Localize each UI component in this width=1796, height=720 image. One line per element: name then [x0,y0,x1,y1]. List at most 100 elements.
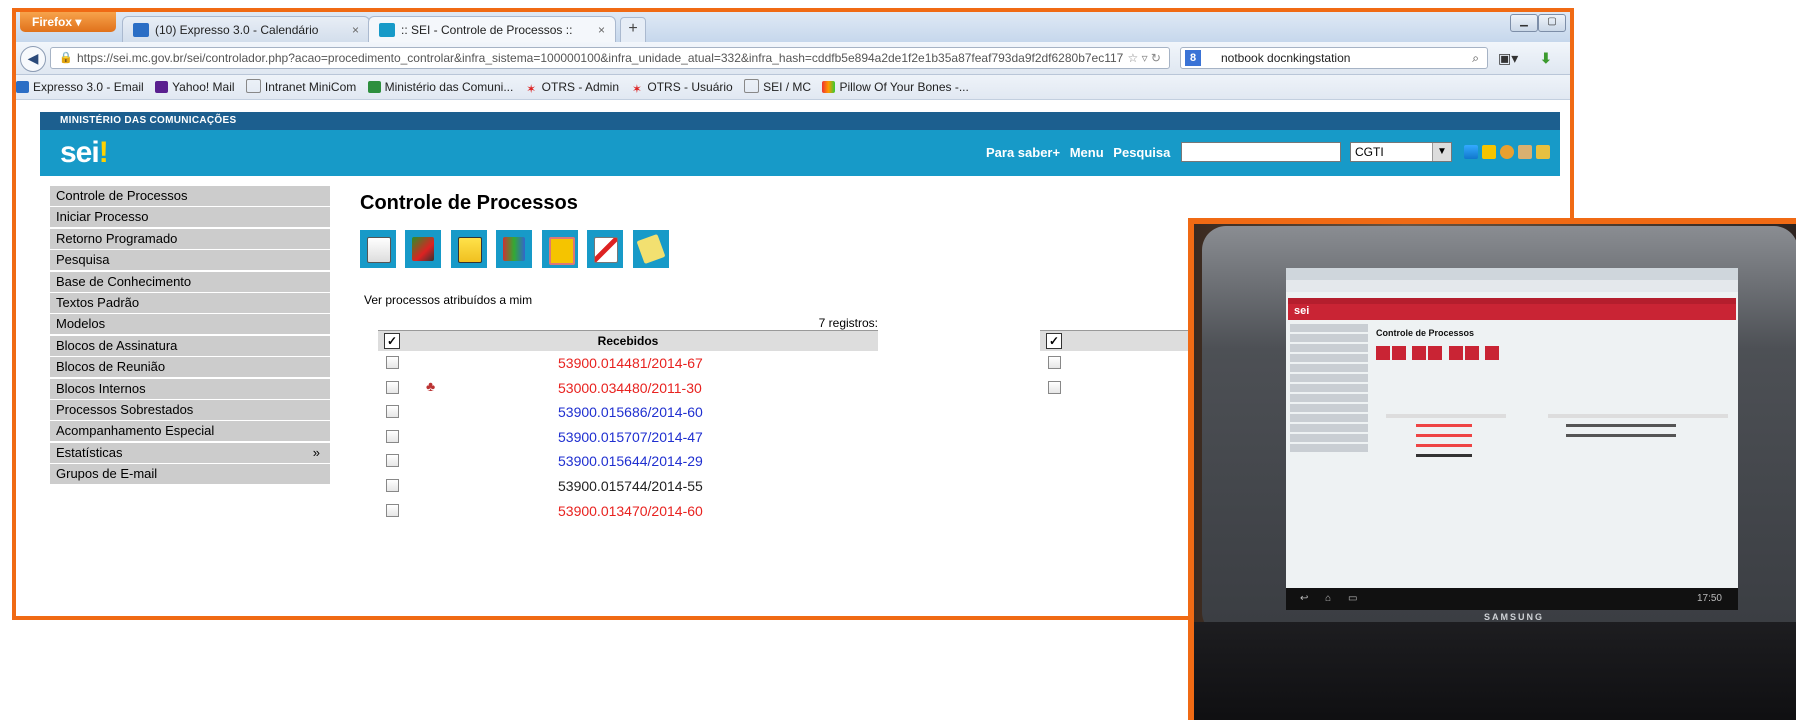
table-row: 53900.015707/2014-47 [378,425,878,450]
tablet-sidebar-item [1290,374,1368,382]
row-checkbox[interactable] [386,429,399,443]
row-checkbox[interactable] [386,356,399,369]
tablet-sidebar-item [1290,424,1368,432]
process-number-link[interactable]: 53900.014481/2014-67 [558,355,703,371]
row-checkbox[interactable] [386,405,399,419]
sidebar-item-label: Base de Conhecimento [56,273,192,289]
tablet-tool-icon [1428,346,1443,360]
search-icon[interactable]: ⌕ [1472,48,1479,68]
sidebar-item-blocos-de-assinatura[interactable]: Blocos de Assinatura [50,335,330,356]
sidebar-item-textos-padrao[interactable]: Textos Padrão [50,292,330,313]
bookmark-label: Ministério das Comuni... [384,80,514,94]
note-button[interactable] [632,230,669,268]
books-icon [503,237,526,261]
bookmark-item[interactable]: Ministério das Comuni... [367,75,514,99]
user-icon[interactable] [1500,145,1514,159]
tablet-sidebar-item [1290,404,1368,412]
bookmark-item[interactable]: Yahoo! Mail [155,75,235,99]
process-number-link[interactable]: 53900.015744/2014-55 [558,478,703,494]
process-number-link[interactable]: 53900.015644/2014-29 [558,453,703,469]
suspend-process-button[interactable] [541,230,578,268]
bookmark-item[interactable]: ✶ OTRS - Admin [525,75,619,99]
download-icon[interactable]: ⬇ [1540,50,1552,67]
recent-apps-icon: ▭ [1348,593,1358,604]
minimize-button[interactable]: ▁ [1510,14,1538,32]
send-process-button[interactable] [405,230,442,268]
logo-text: sei [60,136,100,169]
header-links: Para saber+ Menu Pesquisa [986,145,1176,160]
sidebar-item-label: Textos Padrão [56,294,140,310]
bookmark-label: Expresso 3.0 - Email [33,80,144,94]
process-number-link[interactable]: 53900.013470/2014-60 [558,503,703,519]
sidebar-item-base-de-conhecimento[interactable]: Base de Conhecimento [50,271,330,292]
sidebar-item-pesquisa[interactable]: Pesquisa [50,250,330,271]
sidebar-item-grupos-de-email[interactable]: Grupos de E-mail [50,464,330,485]
ministry-bar: MINISTÉRIO DAS COMUNICAÇÕES [40,112,1560,130]
tablet-sidebar-item [1290,344,1368,352]
sidebar-item-blocos-internos[interactable]: Blocos Internos [50,378,330,399]
annotation-icon[interactable]: ♣ [426,378,435,394]
tab-sei[interactable]: :: SEI - Controle de Processos :: × [368,16,616,42]
new-tab-button[interactable]: + [620,17,646,43]
menu-link[interactable]: Menu [1070,145,1104,160]
pause-icon [548,237,575,265]
expresso-icon [16,81,29,93]
clock: 17:50 [1696,593,1722,604]
exit-icon[interactable] [1536,145,1550,159]
logo-mark: ! [98,136,109,169]
process-number-link[interactable]: 53000.034480/2011-30 [558,380,702,396]
process-number-link[interactable]: 53900.015707/2014-47 [558,429,703,445]
bookmark-item[interactable]: ✶ OTRS - Usuário [630,75,733,99]
tablet-tab-bar [1286,268,1738,280]
firefox-menu-button[interactable]: Firefox ▾ [20,12,116,32]
sidebar-item-blocos-de-reuniao[interactable]: Blocos de Reunião [50,357,330,378]
process-number-link[interactable]: 53900.015686/2014-60 [558,404,703,420]
sidebar-item-acompanhamento-especial[interactable]: Acompanhamento Especial [50,421,330,442]
bookmark-item[interactable]: Pillow Of Your Bones -... [822,75,969,99]
notepad-icon[interactable] [1482,145,1496,159]
tablet-sidebar-item [1290,394,1368,402]
bookmark-item[interactable]: Expresso 3.0 - Email [16,75,144,99]
maximize-button[interactable]: ▢ [1538,14,1566,32]
conclude-process-button[interactable] [587,230,624,268]
tab-expresso[interactable]: (10) Expresso 3.0 - Calendário × [122,16,370,42]
sidebar-item-label: Estatísticas [56,444,123,460]
sidebar-item-modelos[interactable]: Modelos [50,314,330,335]
list-icon[interactable] [1464,145,1478,159]
pesquisa-input[interactable] [1181,142,1341,162]
bookmark-item[interactable]: Intranet MiniCom [245,75,356,99]
row-checkbox[interactable] [1048,380,1061,394]
row-checkbox[interactable] [1048,356,1061,369]
select-all-checkbox[interactable]: ✓ [1046,333,1062,349]
para-saber-link[interactable]: Para saber+ [986,145,1060,160]
bookmark-item[interactable]: SEI / MC [744,75,811,99]
sidebar-item-iniciar-processo[interactable]: Iniciar Processo [50,207,330,228]
bookmark-star-icon[interactable]: ☆ ▿ ↻ [1127,48,1161,68]
google-icon: 8 [1185,50,1201,66]
sei-logo[interactable]: sei! [60,136,109,170]
unit-select[interactable]: CGTI ▼ [1350,142,1452,162]
url-bar[interactable]: 🔒 https://sei.mc.gov.br/sei/controlador.… [50,47,1170,69]
sidebar-item-controle-de-processos[interactable]: Controle de Processos [50,186,330,206]
assigned-processes-link[interactable]: Ver processos atribuídos a mim [364,293,532,307]
annotate-process-button[interactable] [496,230,533,268]
row-checkbox[interactable] [386,478,399,492]
sidebar-item-processos-sobrestados[interactable]: Processos Sobrestados [50,399,330,420]
bookmarks-menu-icon[interactable]: ▣▾ [1498,50,1518,67]
tablet-tool-icon [1464,346,1479,360]
close-icon[interactable]: × [352,17,359,43]
row-checkbox[interactable] [386,380,399,394]
document-icon [367,237,391,263]
row-checkbox[interactable] [386,503,399,517]
firefox-label: Firefox [32,15,73,29]
search-field[interactable]: 8 notbook docnkingstation ⌕ [1180,47,1488,69]
sei-header: sei! Para saber+ Menu Pesquisa CGTI ▼ [40,130,1560,176]
sidebar-item-retorno-programado[interactable]: Retorno Programado [50,228,330,249]
sidebar-item-estatisticas[interactable]: Estatísticas » [50,442,330,463]
row-checkbox[interactable] [386,454,399,468]
tools-icon[interactable] [1518,145,1532,159]
assign-process-button[interactable] [450,230,487,268]
back-button[interactable]: ◀ [20,46,46,72]
new-document-button[interactable] [360,230,396,268]
close-icon[interactable]: × [598,17,605,43]
